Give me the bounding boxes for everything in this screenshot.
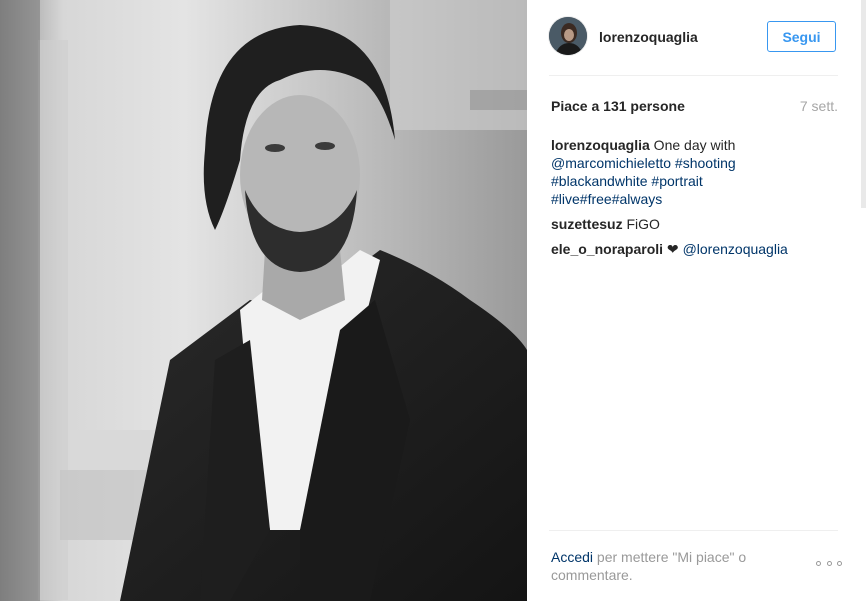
login-link[interactable]: Accedi xyxy=(551,549,593,565)
more-options-icon[interactable] xyxy=(816,558,842,568)
comment-text: FiGO xyxy=(622,216,660,232)
username[interactable]: lorenzoquaglia xyxy=(599,29,698,45)
hashtag-link[interactable]: #always xyxy=(612,191,663,207)
comment-item: suzettesuz FiGO xyxy=(551,215,801,233)
comment-item: lorenzoquaglia One day with @marcomichie… xyxy=(551,136,801,208)
comment-author[interactable]: ele_o_noraparoli xyxy=(551,241,663,257)
divider xyxy=(549,530,838,531)
mention-link[interactable]: @marcomichieletto xyxy=(551,155,671,171)
comment-text: ❤ xyxy=(663,241,683,257)
mention-link[interactable]: @lorenzoquaglia xyxy=(683,241,788,257)
dot-icon xyxy=(816,560,821,566)
login-prompt: Accedi per mettere "Mi piace" o commenta… xyxy=(551,548,781,584)
dot-icon xyxy=(826,560,832,566)
avatar-image xyxy=(549,17,587,55)
hashtag-link[interactable]: #free xyxy=(580,191,612,207)
post-timestamp[interactable]: 7 sett. xyxy=(800,98,838,114)
comment-author[interactable]: lorenzoquaglia xyxy=(551,137,650,153)
dot-icon xyxy=(837,560,842,566)
hashtag-link[interactable]: #shooting xyxy=(675,155,736,171)
post-header: lorenzoquaglia Segui xyxy=(549,16,838,58)
divider xyxy=(549,75,838,76)
avatar[interactable] xyxy=(549,17,587,55)
hashtag-link[interactable]: #portrait xyxy=(651,173,702,189)
scrollbar[interactable] xyxy=(861,0,866,208)
likes-count[interactable]: Piace a 131 persone xyxy=(551,98,685,114)
comment-author[interactable]: suzettesuz xyxy=(551,216,623,232)
hashtag-link[interactable]: #live xyxy=(551,191,580,207)
comment-text: One day with xyxy=(649,137,736,153)
follow-button[interactable]: Segui xyxy=(767,21,836,52)
hashtag-link[interactable]: #blackandwhite xyxy=(551,173,648,189)
post-photo xyxy=(0,0,527,601)
comment-item: ele_o_noraparoli ❤ @lorenzoquaglia xyxy=(551,240,801,258)
post-sidebar: lorenzoquaglia Segui Piace a 131 persone… xyxy=(527,0,866,601)
comments-list: lorenzoquaglia One day with @marcomichie… xyxy=(551,136,801,265)
photo-image xyxy=(0,0,527,601)
